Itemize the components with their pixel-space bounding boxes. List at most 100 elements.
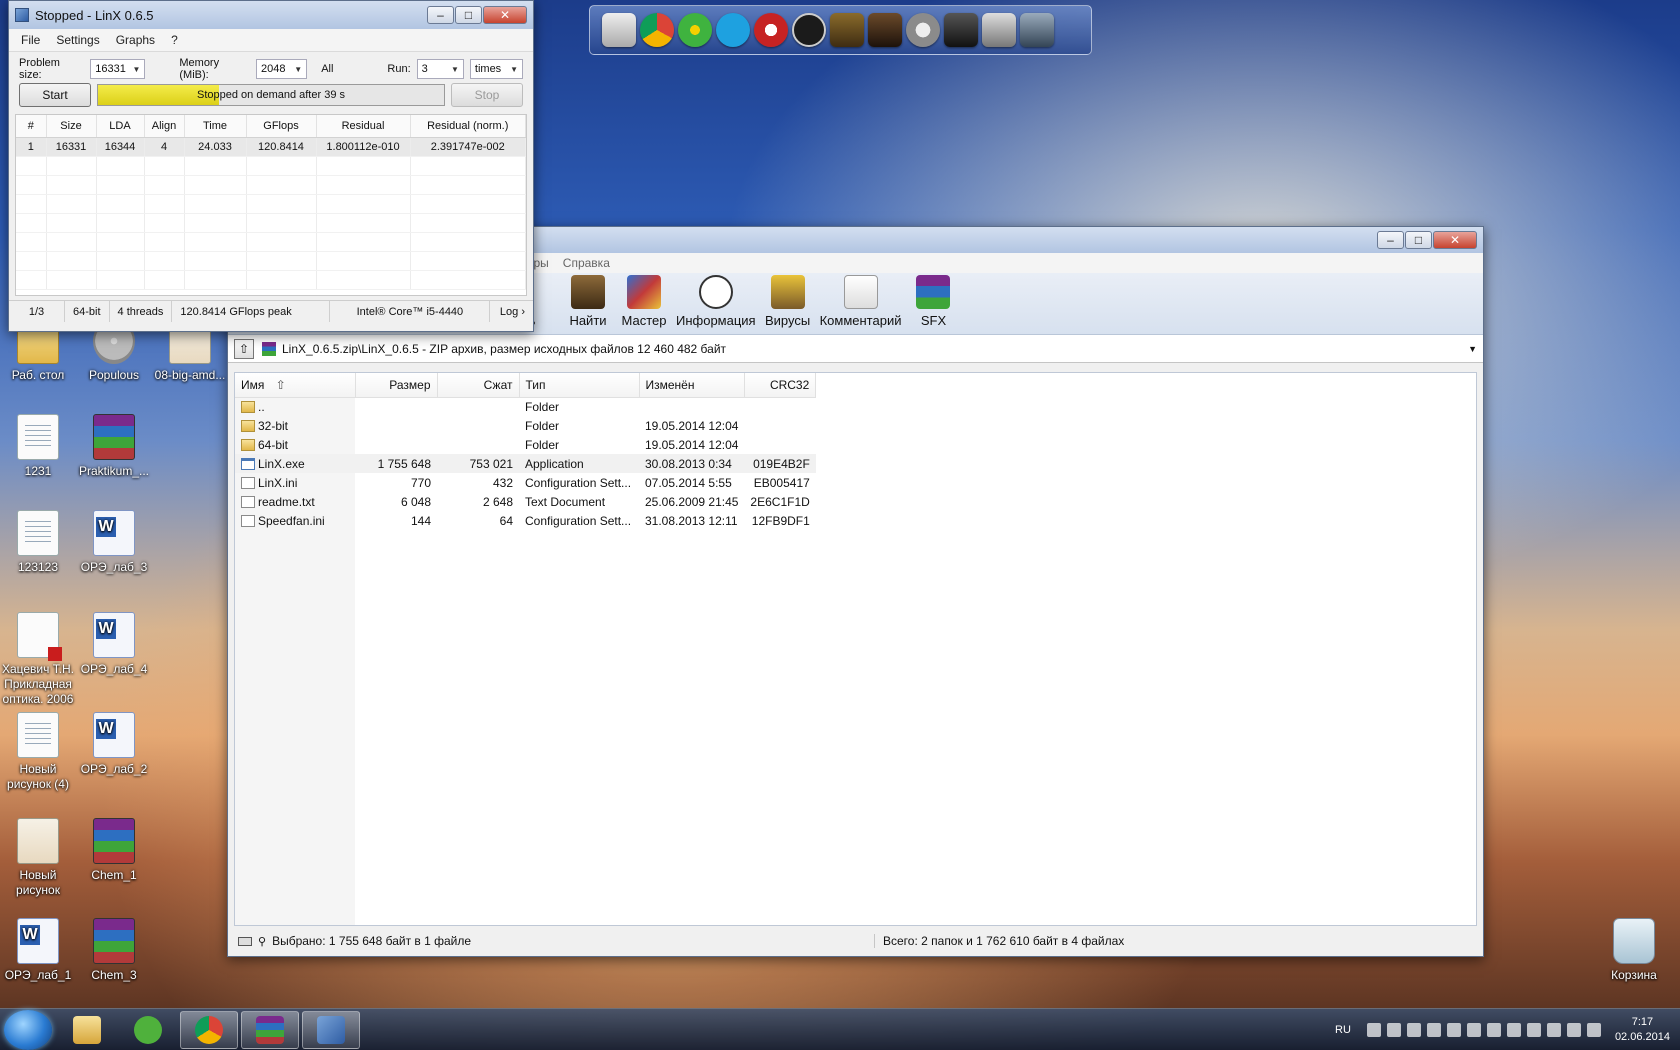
maximize-button[interactable]: □ <box>1405 231 1432 249</box>
linx-titlebar[interactable]: Stopped - LinX 0.6.5 – □ ✕ <box>9 1 533 29</box>
empty-cell <box>16 232 47 252</box>
taskbar-linx[interactable] <box>302 1010 360 1049</box>
maximize-button[interactable]: □ <box>455 6 482 24</box>
toolbar-wizard[interactable]: Мастер <box>620 275 668 328</box>
col-residual[interactable]: Residual <box>316 115 411 138</box>
toolbar-virus[interactable]: Вирусы <box>764 275 812 328</box>
tray-icon[interactable] <box>1426 1022 1441 1037</box>
memory-all-button[interactable]: All <box>321 63 333 75</box>
column-name[interactable]: Имя ⇧ <box>235 373 356 398</box>
desktop-icon-praktikum[interactable]: Praktikum_... <box>74 414 154 479</box>
network-icon[interactable] <box>1566 1022 1581 1037</box>
desktop-icon-123123[interactable]: 123123 <box>0 510 78 575</box>
file-row[interactable]: LinX.ini 770 432 Configuration Sett... 07.05… <box>235 473 816 492</box>
col-gflops[interactable]: GFlops <box>246 115 317 138</box>
toolbar-sfx[interactable]: SFX <box>909 275 957 328</box>
archive-path[interactable]: LinX_0.6.5.zip\LinX_0.6.5 - ZIP архив, р… <box>262 341 1460 356</box>
minimize-button[interactable]: – <box>1377 231 1404 249</box>
chrome-icon[interactable] <box>640 13 674 47</box>
file-row[interactable]: .. Folder <box>235 397 816 416</box>
col-align[interactable]: Align <box>144 115 185 138</box>
desktop-icon-ore-lab-3[interactable]: ОРЭ_лаб_3 <box>74 510 154 575</box>
language-indicator[interactable]: RU <box>1335 1024 1351 1036</box>
tray-icon[interactable] <box>1446 1022 1461 1037</box>
skype-icon[interactable] <box>716 13 750 47</box>
file-row[interactable]: LinX.exe 1 755 648 753 021 Application 30.08… <box>235 454 816 473</box>
clock[interactable]: 7:17 02.06.2014 <box>1615 1015 1670 1045</box>
desktop-icon-khatsevich-pdf[interactable]: Хацевич Т.Н. Прикладная оптика. 2006 <box>0 612 78 707</box>
file-icon[interactable] <box>602 13 636 47</box>
chevron-down-icon[interactable]: ▼ <box>1468 344 1477 354</box>
col-size[interactable]: Size <box>46 115 97 138</box>
desktop-icon-chem-3[interactable]: Chem_3 <box>74 918 154 983</box>
taskbar-winrar[interactable] <box>241 1010 299 1049</box>
flag-icon[interactable] <box>1546 1022 1561 1037</box>
up-folder-button[interactable]: ⇧ <box>234 338 254 359</box>
menu-settings[interactable]: Settings <box>56 33 99 47</box>
tray-icon[interactable] <box>1486 1022 1501 1037</box>
file-row[interactable]: readme.txt 6 048 2 648 Text Document 25.06.2… <box>235 492 816 511</box>
linx-menubar: File Settings Graphs ? <box>9 29 533 52</box>
start-button[interactable] <box>4 1009 52 1050</box>
taskbar-explorer[interactable] <box>58 1011 116 1049</box>
col-residual-norm[interactable]: Residual (norm.) <box>410 115 526 138</box>
result-row[interactable]: 1 16331 16344 4 24.033 120.8414 1.800112e-010 2… <box>16 137 526 157</box>
empty-cell <box>144 270 185 290</box>
col-lda[interactable]: LDA <box>96 115 145 138</box>
game2-icon[interactable] <box>830 13 864 47</box>
tray-icon[interactable] <box>1466 1022 1481 1037</box>
desktop-icon-recycle-bin[interactable]: Корзина <box>1594 918 1674 983</box>
col-index[interactable]: # <box>16 115 47 138</box>
toolbar-find[interactable]: Найти <box>564 275 612 328</box>
toolbar-info[interactable]: Информация <box>676 275 756 328</box>
game6-icon[interactable] <box>1020 13 1054 47</box>
stop-button[interactable]: Stop <box>451 83 523 107</box>
file-type: Application <box>519 454 639 473</box>
tray-icon[interactable] <box>1506 1022 1521 1037</box>
tray-icon[interactable] <box>1526 1022 1541 1037</box>
column-size[interactable]: Размер <box>355 373 438 398</box>
tray-icon[interactable] <box>1406 1022 1421 1037</box>
desktop-icon-new-picture[interactable]: Новый рисунок <box>0 818 78 898</box>
tray-icon[interactable] <box>1386 1022 1401 1037</box>
settings-icon[interactable] <box>906 13 940 47</box>
taskbar-chrome[interactable] <box>180 1010 238 1049</box>
game5-icon[interactable] <box>982 13 1016 47</box>
run-count-select[interactable]: 3 ▼ <box>416 59 464 79</box>
menu-graphs[interactable]: Graphs <box>116 33 155 47</box>
menu-help[interactable]: ? <box>171 33 178 47</box>
menu-file[interactable]: File <box>21 33 40 47</box>
file-row[interactable]: Speedfan.ini 144 64 Configuration Sett... 31… <box>235 511 816 530</box>
game4-icon[interactable] <box>944 13 978 47</box>
minimize-button[interactable]: – <box>427 6 454 24</box>
taskbar-utorrent[interactable] <box>119 1011 177 1049</box>
column-type[interactable]: Тип <box>519 373 640 398</box>
file-row[interactable]: 32-bit Folder 19.05.2014 12:04 <box>235 416 816 435</box>
run-mode-select[interactable]: times ▼ <box>469 59 524 79</box>
desktop-icon-chem-1[interactable]: Chem_1 <box>74 818 154 883</box>
file-row[interactable]: 64-bit Folder 19.05.2014 12:04 <box>235 435 816 454</box>
volume-icon[interactable] <box>1586 1022 1601 1037</box>
column-modified[interactable]: Изменён <box>639 373 745 398</box>
icq-icon[interactable] <box>678 13 712 47</box>
watchdogs-icon[interactable] <box>792 13 826 47</box>
game3-icon[interactable] <box>868 13 902 47</box>
close-button[interactable]: ✕ <box>483 6 527 24</box>
close-button[interactable]: ✕ <box>1433 231 1477 249</box>
menu-help[interactable]: Справка <box>563 256 610 270</box>
memory-select[interactable]: 2048 ▼ <box>256 59 308 79</box>
desktop-icon-1231[interactable]: 1231 <box>0 414 78 479</box>
toolbar-comment[interactable]: Комментарий <box>820 275 901 328</box>
column-crc32[interactable]: CRC32 <box>744 373 817 398</box>
column-packed[interactable]: Сжат <box>437 373 520 398</box>
col-time[interactable]: Time <box>184 115 247 138</box>
problem-size-select[interactable]: 16331 ▼ <box>90 59 146 79</box>
desktop-icon-ore-lab-2[interactable]: ОРЭ_лаб_2 <box>74 712 154 777</box>
start-button[interactable]: Start <box>19 83 91 107</box>
tray-icon[interactable] <box>1366 1022 1381 1037</box>
desktop-icon-ore-lab-1[interactable]: ОРЭ_лаб_1 <box>0 918 78 983</box>
desktop-icon-new-picture-4[interactable]: Новый рисунок (4) <box>0 712 78 792</box>
game-icon[interactable] <box>754 13 788 47</box>
log-toggle[interactable]: Log › <box>492 301 533 322</box>
desktop-icon-ore-lab-4[interactable]: ОРЭ_лаб_4 <box>74 612 154 677</box>
